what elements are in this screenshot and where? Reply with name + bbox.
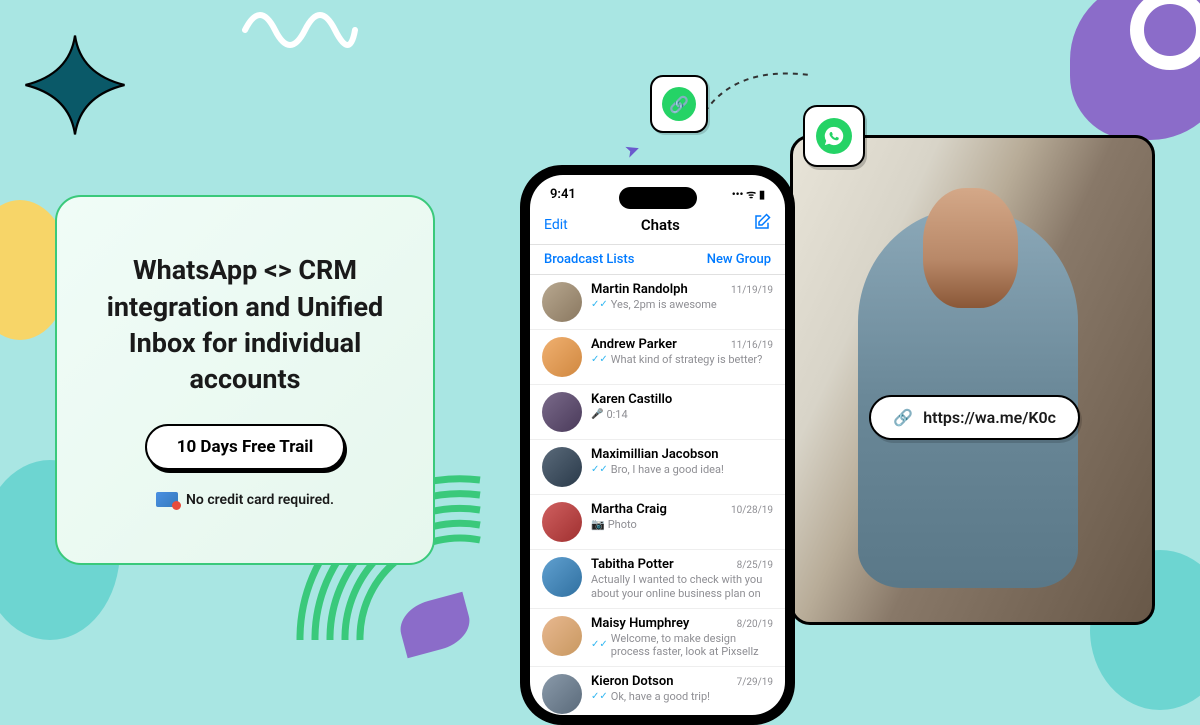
broadcast-lists-link[interactable]: Broadcast Lists (544, 252, 634, 267)
chat-name: Andrew Parker (591, 337, 677, 352)
chat-name: Tabitha Potter (591, 557, 674, 572)
link-badge: 🔗 (650, 75, 708, 133)
chat-item[interactable]: Tabitha Potter 8/25/19 Actually I wanted … (530, 550, 785, 609)
link-icon: 🔗 (662, 87, 696, 121)
chat-message: ✓✓ What kind of strategy is better? (591, 353, 773, 367)
no-credit-card-note: No credit card required. (156, 492, 334, 508)
status-indicators: ••• ᯤ ▮ (732, 187, 765, 202)
share-url-pill: 🔗 https://wa.me/K0c (869, 395, 1080, 440)
chat-date: 11/16/19 (731, 340, 773, 351)
sub-nav: Broadcast Lists New Group (530, 245, 785, 275)
chat-item[interactable]: Maximillian Jacobson ✓✓ Bro, I have a go… (530, 440, 785, 495)
chat-message: Actually I wanted to check with you abou… (591, 573, 773, 601)
compose-icon[interactable] (753, 213, 771, 236)
cursor-icon: ➤ (622, 138, 643, 163)
chat-date: 8/20/19 (737, 619, 773, 630)
promo-card: WhatsApp <> CRM integration and Unified … (55, 195, 435, 565)
squiggle-decoration (240, 0, 360, 50)
dashed-connector (690, 60, 820, 140)
chat-message: ✓✓ Welcome, to make design process faste… (591, 632, 773, 660)
chat-date: 8/25/19 (737, 560, 773, 571)
avatar (542, 392, 582, 432)
whatsapp-icon (816, 118, 852, 154)
avatar (542, 674, 582, 714)
chat-date: 11/19/19 (731, 285, 773, 296)
chat-item[interactable]: Kieron Dotson 7/29/19 ✓✓ Ok, have a good … (530, 667, 785, 715)
link-icon: 🔗 (893, 408, 913, 427)
avatar (542, 282, 582, 322)
nav-title: Chats (641, 216, 680, 234)
chat-item[interactable]: Andrew Parker 11/16/19 ✓✓ What kind of st… (530, 330, 785, 385)
phone-mockup: 9:41 ••• ᯤ ▮ Edit Chats Broadcast Lists … (520, 165, 795, 725)
avatar (542, 337, 582, 377)
chat-item[interactable]: Karen Castillo 🎤 0:14 (530, 385, 785, 440)
chat-message: 🎤 0:14 (591, 408, 773, 422)
chat-name: Karen Castillo (591, 392, 672, 407)
chat-name: Maisy Humphrey (591, 616, 689, 631)
share-url-text: https://wa.me/K0c (923, 408, 1056, 427)
chat-name: Maximillian Jacobson (591, 447, 719, 462)
person-photo (790, 135, 1155, 625)
new-group-link[interactable]: New Group (707, 252, 771, 267)
whatsapp-badge (803, 105, 865, 167)
status-time: 9:41 (550, 187, 576, 202)
chat-date: 10/28/19 (731, 505, 773, 516)
chat-message: 📷 Photo (591, 518, 773, 532)
chat-message: ✓✓ Ok, have a good trip! (591, 690, 773, 704)
free-trial-button[interactable]: 10 Days Free Trail (145, 424, 346, 470)
chat-list: Martin Randolph 11/19/19 ✓✓ Yes, 2pm is a… (530, 275, 785, 715)
chat-message: ✓✓ Yes, 2pm is awesome (591, 298, 773, 312)
chat-item[interactable]: Maisy Humphrey 8/20/19 ✓✓ Welcome, to mak… (530, 609, 785, 668)
avatar (542, 447, 582, 487)
chat-item[interactable]: Martha Craig 10/28/19 📷 Photo (530, 495, 785, 550)
star-decoration (20, 30, 130, 140)
avatar (542, 557, 582, 597)
avatar (542, 616, 582, 656)
chat-date: 7/29/19 (737, 677, 773, 688)
no-cc-text: No credit card required. (186, 492, 334, 508)
chat-name: Martin Randolph (591, 282, 688, 297)
promo-title: WhatsApp <> CRM integration and Unified … (85, 252, 405, 398)
chat-message: ✓✓ Bro, I have a good idea! (591, 463, 773, 477)
chat-name: Kieron Dotson (591, 674, 673, 689)
edit-button[interactable]: Edit (544, 217, 568, 233)
phone-notch (619, 187, 697, 209)
chat-item[interactable]: Martin Randolph 11/19/19 ✓✓ Yes, 2pm is a… (530, 275, 785, 330)
avatar (542, 502, 582, 542)
credit-card-icon (156, 492, 178, 507)
nav-bar: Edit Chats (530, 208, 785, 245)
chat-name: Martha Craig (591, 502, 667, 517)
